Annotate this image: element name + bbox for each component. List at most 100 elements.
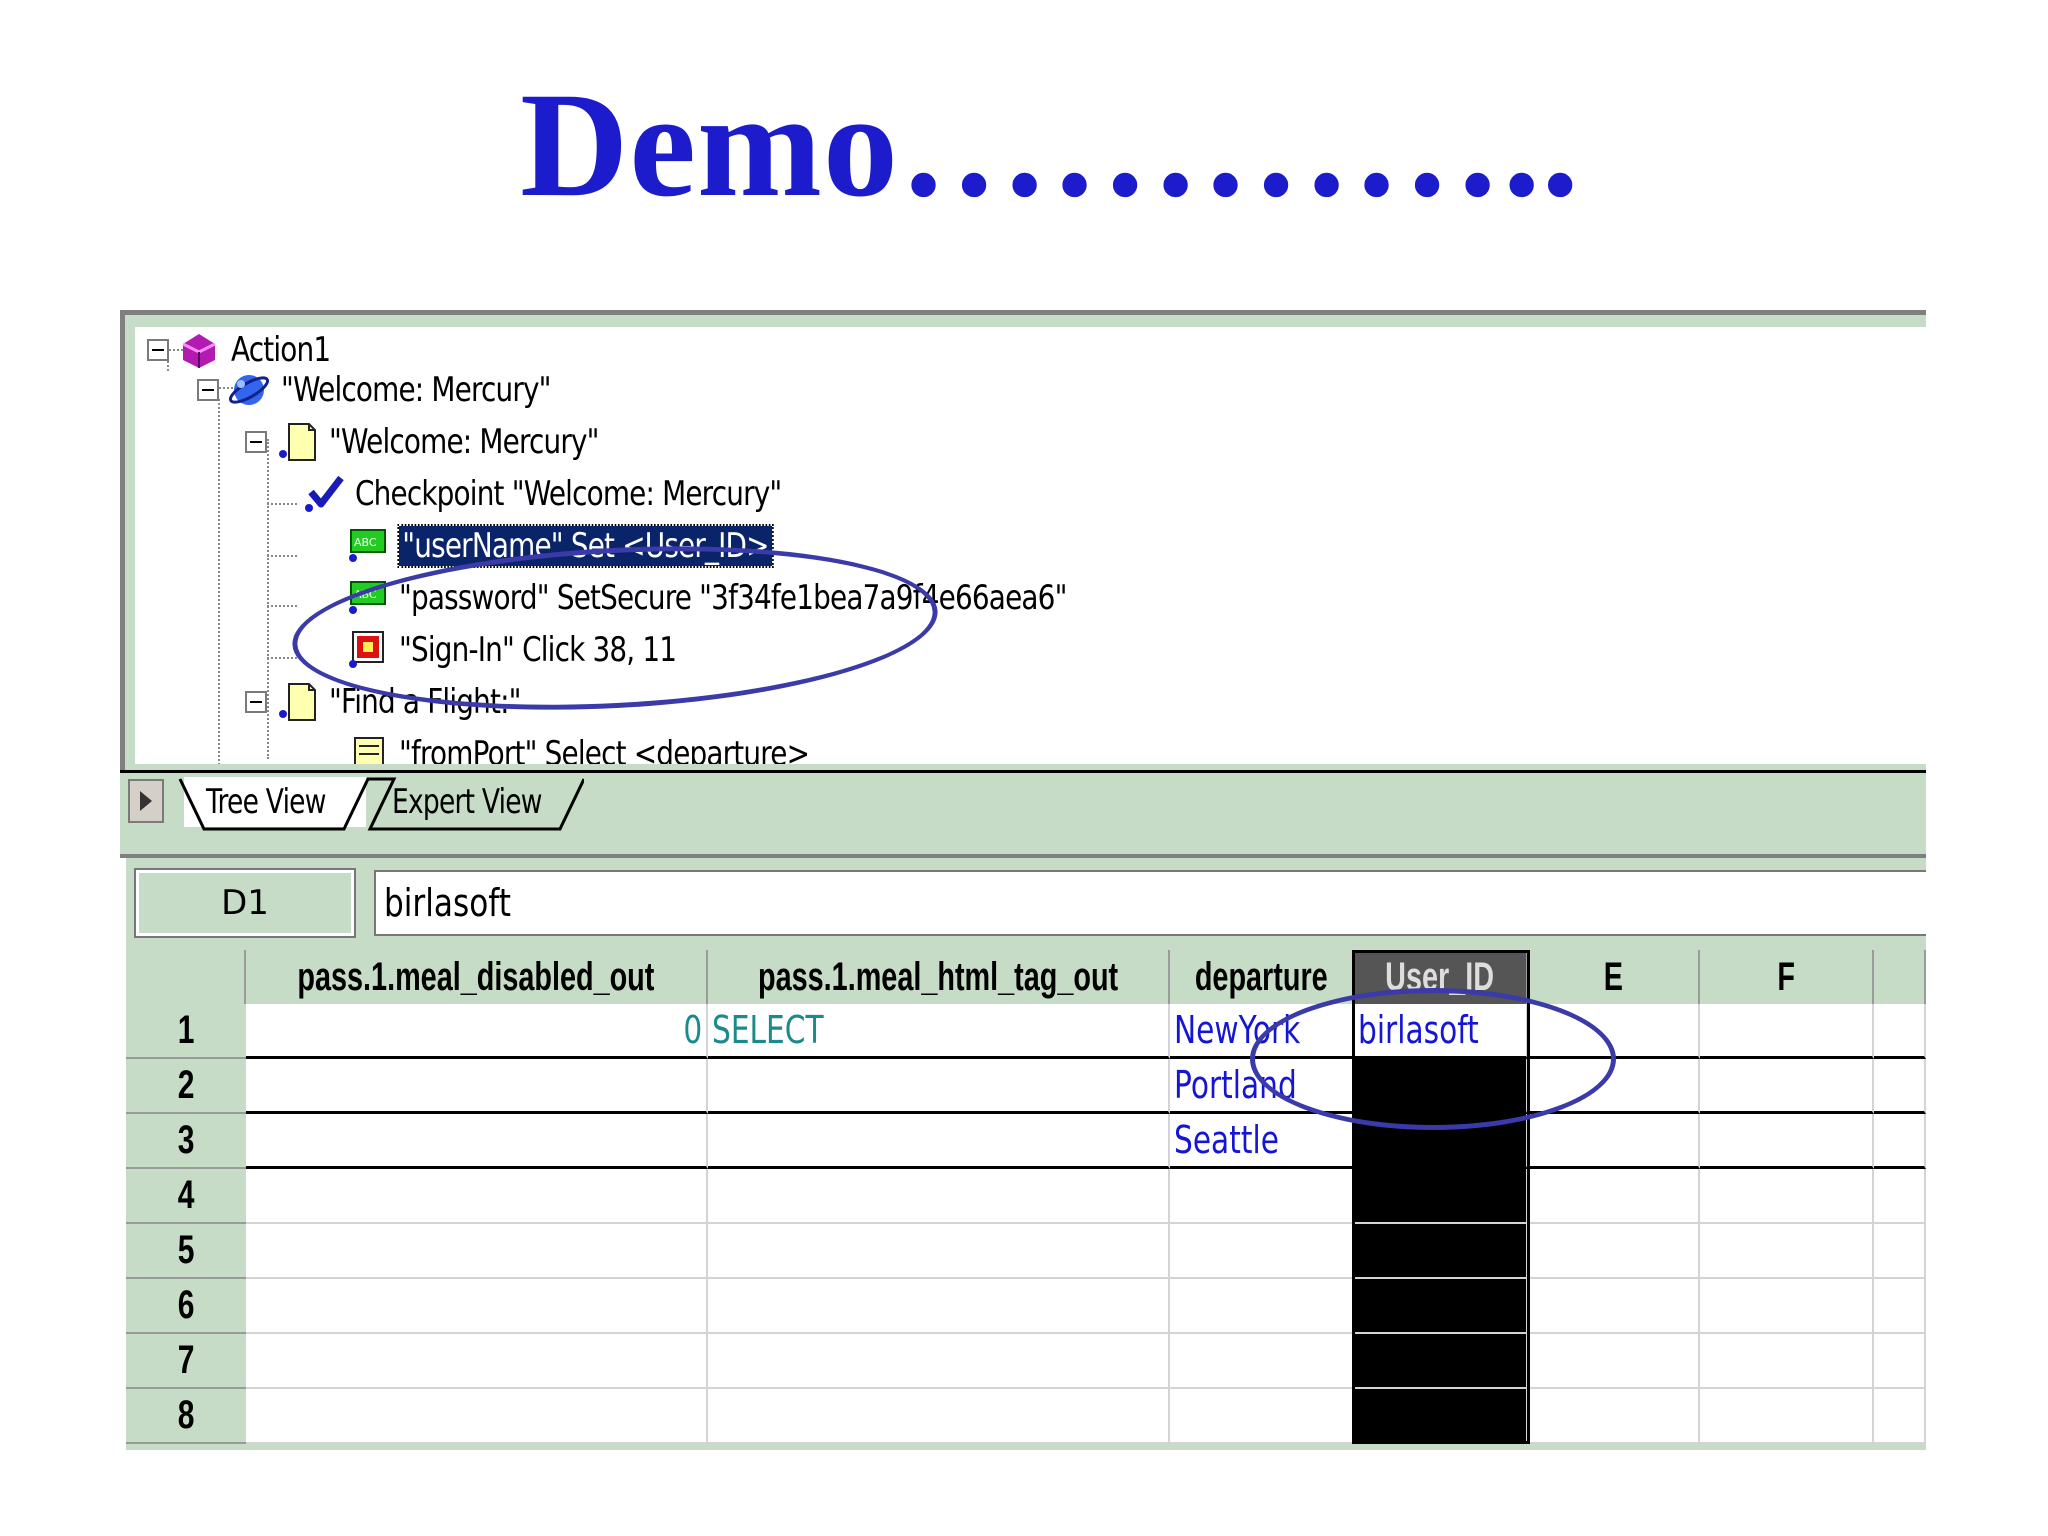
tree-node-password-step[interactable]: ABC "password" SetSecure "3f34fe1bea7a9f… xyxy=(345,575,1213,621)
table-cell[interactable] xyxy=(1700,1279,1874,1334)
cell-reference-box[interactable]: D1 xyxy=(134,868,356,938)
tab-scroll-right-icon[interactable] xyxy=(128,779,164,823)
table-cell[interactable] xyxy=(1874,1389,1926,1444)
tree-label: "Welcome: Mercury" xyxy=(329,422,600,462)
cell-reference: D1 xyxy=(221,883,269,923)
table-cell[interactable] xyxy=(246,1334,708,1389)
table-cell[interactable] xyxy=(1874,1004,1926,1059)
tab-expert-view[interactable]: Expert View xyxy=(370,777,592,827)
table-cell[interactable] xyxy=(1700,1334,1874,1389)
row-header[interactable]: 6 xyxy=(126,1279,246,1334)
tree-node-checkpoint[interactable]: Checkpoint "Welcome: Mercury" xyxy=(301,471,875,517)
cell-value: SELECT xyxy=(712,1008,824,1052)
table-cell[interactable] xyxy=(1700,1004,1874,1059)
table-cell[interactable] xyxy=(1874,1334,1926,1389)
row-header[interactable]: 3 xyxy=(126,1114,246,1169)
tree-label: "Welcome: Mercury" xyxy=(281,370,552,410)
table-cell[interactable] xyxy=(708,1114,1170,1169)
table-cell[interactable] xyxy=(1528,1224,1700,1279)
table-cell[interactable] xyxy=(1354,1334,1528,1389)
tree-view[interactable]: Action1 "Welcome: Mercury" "Welcome: Mer… xyxy=(135,327,1926,764)
column-header[interactable]: pass.1.meal_html_tag_out xyxy=(708,950,1170,1004)
table-cell[interactable] xyxy=(1528,1169,1700,1224)
table-cell[interactable] xyxy=(1700,1169,1874,1224)
table-cell[interactable] xyxy=(1354,1114,1528,1169)
tree-node-signin-step[interactable]: "Sign-In" Click 38, 11 xyxy=(345,627,737,673)
tree-node-find-flight-page[interactable]: "Find a Flight:" xyxy=(245,679,563,725)
select-all-corner[interactable] xyxy=(126,950,246,1004)
column-header[interactable]: F xyxy=(1700,950,1874,1004)
table-cell[interactable] xyxy=(1528,1114,1700,1169)
table-cell[interactable] xyxy=(1354,1279,1528,1334)
table-cell[interactable] xyxy=(1354,1224,1528,1279)
tree-node-page[interactable]: "Welcome: Mercury" xyxy=(245,419,658,465)
tree-label: "fromPort" Select <departure> xyxy=(399,734,810,764)
table-cell[interactable]: NewYork xyxy=(1170,1004,1354,1059)
column-header[interactable]: E xyxy=(1528,950,1700,1004)
page-icon xyxy=(275,422,319,462)
table-cell[interactable] xyxy=(1874,1059,1926,1114)
table-cell[interactable] xyxy=(1700,1224,1874,1279)
table-cell[interactable] xyxy=(1354,1059,1528,1114)
table-cell[interactable] xyxy=(246,1169,708,1224)
table-cell[interactable] xyxy=(1700,1114,1874,1169)
table-cell[interactable] xyxy=(1874,1114,1926,1169)
table-cell[interactable] xyxy=(246,1279,708,1334)
row-header[interactable]: 5 xyxy=(126,1224,246,1279)
tree-node-username-step[interactable]: ABC "userName" Set <User_ID> xyxy=(345,523,854,569)
table-cell[interactable] xyxy=(246,1224,708,1279)
panel-divider[interactable] xyxy=(120,832,1926,858)
table-cell[interactable] xyxy=(708,1279,1170,1334)
table-cell[interactable] xyxy=(1354,1389,1528,1444)
collapse-toggle-icon[interactable] xyxy=(147,339,169,361)
button-icon xyxy=(345,630,389,670)
table-cell[interactable]: 0 xyxy=(246,1004,708,1059)
row-header[interactable]: 1 xyxy=(126,1004,246,1059)
row-header[interactable]: 4 xyxy=(126,1169,246,1224)
table-cell[interactable] xyxy=(1874,1224,1926,1279)
column-header[interactable]: pass.1.meal_disabled_out xyxy=(246,950,708,1004)
table-cell[interactable] xyxy=(1170,1389,1354,1444)
table-cell[interactable] xyxy=(1354,1169,1528,1224)
cell-value: NewYork xyxy=(1174,1008,1301,1052)
table-cell[interactable] xyxy=(1874,1169,1926,1224)
slide-title: Demo………….. xyxy=(520,62,1580,228)
table-cell[interactable] xyxy=(708,1389,1170,1444)
formula-value: birlasoft xyxy=(384,881,511,925)
table-cell[interactable] xyxy=(1700,1389,1874,1444)
row-header[interactable]: 2 xyxy=(126,1059,246,1114)
table-cell[interactable]: Seattle xyxy=(1170,1114,1354,1169)
tree-node-browser[interactable]: "Welcome: Mercury" xyxy=(197,367,610,413)
table-cell[interactable] xyxy=(1528,1004,1700,1059)
table-cell[interactable]: Portland xyxy=(1170,1059,1354,1114)
row-header[interactable]: 7 xyxy=(126,1334,246,1389)
column-header[interactable] xyxy=(1874,950,1926,1004)
table-cell[interactable] xyxy=(1170,1279,1354,1334)
table-cell[interactable] xyxy=(1528,1389,1700,1444)
row-header[interactable]: 8 xyxy=(126,1389,246,1444)
collapse-toggle-icon[interactable] xyxy=(197,379,219,401)
table-cell[interactable]: birlasoft xyxy=(1354,1004,1528,1059)
table-cell[interactable] xyxy=(1528,1279,1700,1334)
table-cell[interactable] xyxy=(1170,1169,1354,1224)
column-header[interactable]: departure xyxy=(1170,950,1354,1004)
table-cell[interactable] xyxy=(708,1059,1170,1114)
formula-input[interactable]: birlasoft xyxy=(374,870,1926,936)
table-cell[interactable] xyxy=(246,1059,708,1114)
table-cell[interactable] xyxy=(708,1169,1170,1224)
table-cell[interactable] xyxy=(1170,1224,1354,1279)
collapse-toggle-icon[interactable] xyxy=(245,691,267,713)
table-cell[interactable] xyxy=(1874,1279,1926,1334)
table-cell[interactable] xyxy=(246,1389,708,1444)
collapse-toggle-icon[interactable] xyxy=(245,431,267,453)
table-cell[interactable] xyxy=(1700,1059,1874,1114)
table-cell[interactable] xyxy=(1528,1059,1700,1114)
table-cell[interactable] xyxy=(1170,1334,1354,1389)
table-cell[interactable]: SELECT xyxy=(708,1004,1170,1059)
tree-node-fromport-step[interactable]: "fromPort" Select <departure> xyxy=(345,731,899,764)
table-cell[interactable] xyxy=(246,1114,708,1169)
table-cell[interactable] xyxy=(1528,1334,1700,1389)
column-header-selected[interactable]: User_ID xyxy=(1354,950,1528,1004)
table-cell[interactable] xyxy=(708,1224,1170,1279)
table-cell[interactable] xyxy=(708,1334,1170,1389)
